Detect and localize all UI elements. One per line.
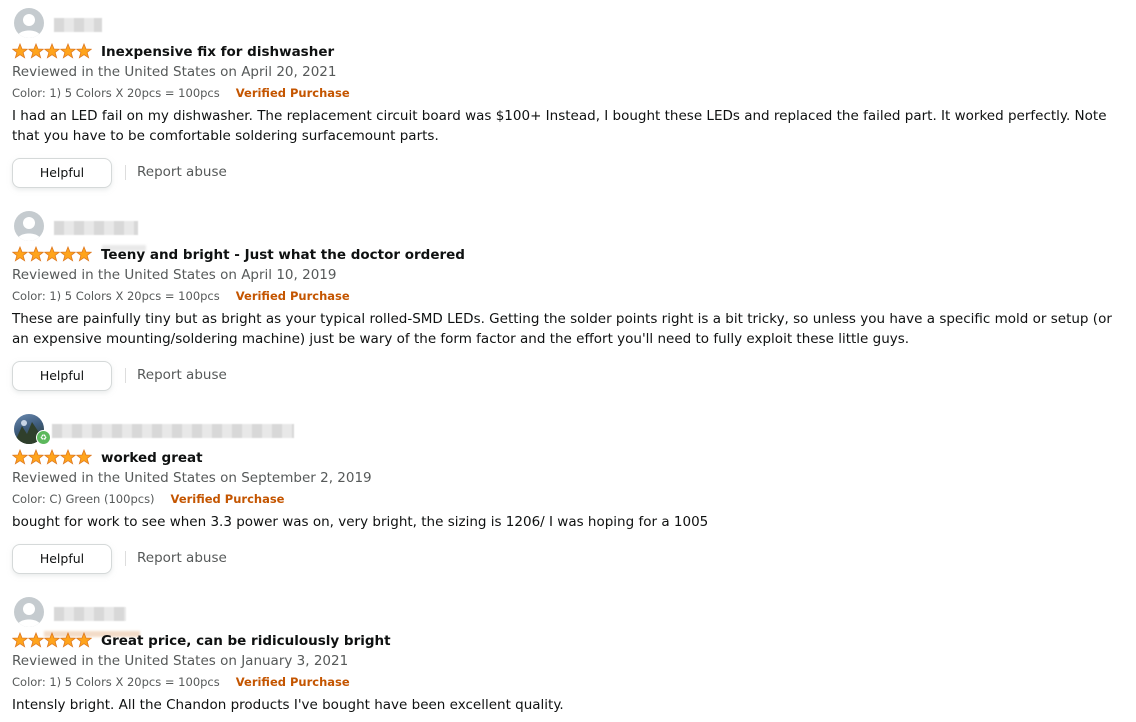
review-card: ♻ worked great Reviewed in the United St…	[12, 414, 1124, 574]
star-icon	[12, 449, 28, 465]
default-user-avatar-icon	[14, 597, 44, 627]
review-body: These are painfully tiny but as bright a…	[12, 311, 1112, 347]
review-meta: Color: C) Green (100pcs) Verified Purchas…	[12, 490, 285, 508]
star-icon	[28, 632, 44, 648]
review-title-row: Teeny and bright - Just what the doctor …	[12, 245, 1112, 265]
star-rating[interactable]	[12, 632, 92, 648]
review-title[interactable]: worked great	[101, 448, 203, 468]
reviewer-profile[interactable]	[12, 597, 412, 629]
star-icon	[44, 632, 60, 648]
action-divider	[125, 368, 126, 383]
reviewer-profile[interactable]	[12, 211, 412, 243]
default-user-avatar-icon	[14, 211, 44, 241]
star-icon	[76, 632, 92, 648]
review-actions: Helpful Report abuse	[12, 158, 412, 188]
reviewer-name-redacted	[54, 221, 138, 235]
star-icon	[60, 43, 76, 59]
review-title-row: Great price, can be ridiculously bright	[12, 631, 1112, 651]
review-body: bought for work to see when 3.3 power wa…	[12, 514, 709, 530]
star-icon	[76, 449, 92, 465]
product-variant-link[interactable]: Color: 1) 5 Colors X 20pcs = 100pcs	[12, 675, 220, 689]
review-actions: Helpful Report abuse	[12, 544, 412, 574]
star-icon	[12, 246, 28, 262]
star-icon	[44, 246, 60, 262]
star-icon	[44, 43, 60, 59]
review-card: Teeny and bright - Just what the doctor …	[12, 211, 1124, 391]
review-body: Intensly bright. All the Chandon product…	[12, 697, 564, 713]
verified-purchase-badge[interactable]: Verified Purchase	[171, 492, 285, 506]
star-rating[interactable]	[12, 43, 92, 59]
review-title[interactable]: Teeny and bright - Just what the doctor …	[101, 245, 465, 265]
review-title[interactable]: Inexpensive fix for dishwasher	[101, 42, 334, 62]
star-icon	[60, 449, 76, 465]
review-title-row: worked great	[12, 448, 1112, 468]
review-date: Reviewed in the United States on Septemb…	[12, 470, 372, 486]
star-rating[interactable]	[12, 246, 92, 262]
helpful-button[interactable]: Helpful	[12, 361, 112, 391]
reviewer-name-redacted	[54, 607, 126, 621]
helpful-button[interactable]: Helpful	[12, 158, 112, 188]
helpful-button[interactable]: Helpful	[12, 544, 112, 574]
review-card: Inexpensive fix for dishwasher Reviewed …	[12, 8, 1124, 188]
action-divider	[125, 551, 126, 566]
star-icon	[60, 246, 76, 262]
default-user-avatar-icon	[14, 8, 44, 38]
review-title-row: Inexpensive fix for dishwasher	[12, 42, 1112, 62]
product-variant-link[interactable]: Color: 1) 5 Colors X 20pcs = 100pcs	[12, 289, 220, 303]
review-actions: Helpful Report abuse	[12, 361, 412, 391]
review-meta: Color: 1) 5 Colors X 20pcs = 100pcs Verif…	[12, 673, 350, 691]
star-icon	[28, 43, 44, 59]
star-rating[interactable]	[12, 449, 92, 465]
product-variant-link[interactable]: Color: 1) 5 Colors X 20pcs = 100pcs	[12, 86, 220, 100]
product-variant-link[interactable]: Color: C) Green (100pcs)	[12, 492, 155, 506]
report-abuse-link[interactable]: Report abuse	[137, 361, 227, 389]
verified-purchase-badge[interactable]: Verified Purchase	[236, 675, 350, 689]
review-date: Reviewed in the United States on April 1…	[12, 267, 337, 283]
review-meta: Color: 1) 5 Colors X 20pcs = 100pcs Verif…	[12, 287, 350, 305]
reviewer-name-redacted	[52, 424, 294, 438]
action-divider	[125, 165, 126, 180]
verified-purchase-badge[interactable]: Verified Purchase	[236, 86, 350, 100]
report-abuse-link[interactable]: Report abuse	[137, 158, 227, 186]
star-icon	[76, 43, 92, 59]
report-abuse-link[interactable]: Report abuse	[137, 544, 227, 572]
star-icon	[12, 632, 28, 648]
review-title[interactable]: Great price, can be ridiculously bright	[101, 631, 391, 651]
review-meta: Color: 1) 5 Colors X 20pcs = 100pcs Verif…	[12, 84, 350, 102]
verified-purchase-badge[interactable]: Verified Purchase	[236, 289, 350, 303]
star-icon	[28, 246, 44, 262]
review-body: I had an LED fail on my dishwasher. The …	[12, 108, 1107, 144]
review-date: Reviewed in the United States on January…	[12, 653, 349, 669]
star-icon	[28, 449, 44, 465]
star-icon	[12, 43, 28, 59]
star-icon	[76, 246, 92, 262]
review-date: Reviewed in the United States on April 2…	[12, 64, 337, 80]
star-icon	[44, 449, 60, 465]
reviewer-badge-icon: ♻	[36, 430, 51, 445]
star-icon	[60, 632, 76, 648]
reviewer-profile[interactable]: ♻	[12, 414, 412, 446]
reviewer-name-redacted	[54, 18, 102, 32]
reviewer-profile[interactable]	[12, 8, 412, 40]
review-card: Great price, can be ridiculously bright …	[12, 597, 1124, 722]
